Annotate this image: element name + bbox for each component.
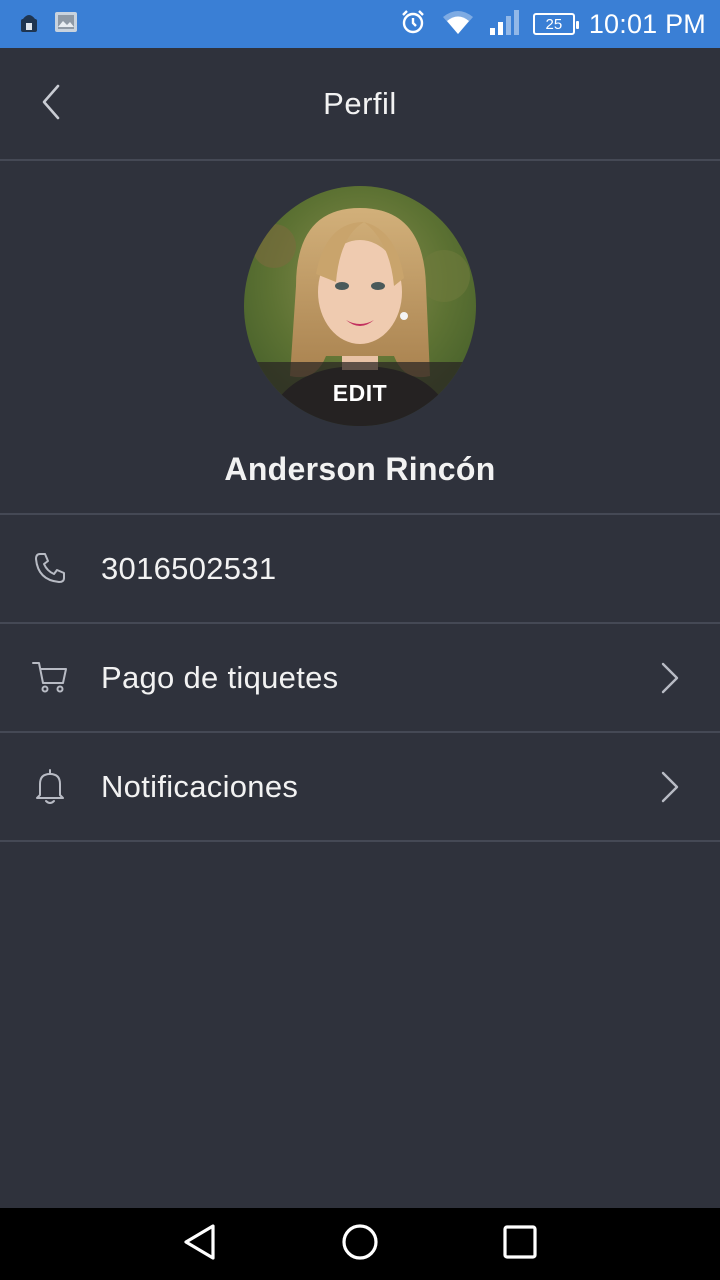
profile-section: EDIT Anderson Rincón: [0, 161, 720, 515]
image-notification-icon: [54, 10, 78, 39]
edit-photo-overlay[interactable]: EDIT: [244, 362, 476, 426]
signal-icon: [489, 8, 519, 41]
wifi-icon: [441, 8, 475, 41]
page-title: Perfil: [323, 85, 397, 121]
status-bar: 25 10:01 PM: [0, 0, 720, 48]
chevron-left-icon: [40, 82, 64, 127]
chevron-right-icon: [652, 658, 688, 698]
notificaciones-row[interactable]: Notificaciones: [0, 733, 720, 842]
phone-number: 3016502531: [101, 551, 277, 586]
status-left-icons: [18, 10, 78, 39]
back-triangle-icon: [182, 1223, 218, 1266]
cart-icon: [30, 657, 70, 697]
phone-icon: [30, 548, 70, 588]
edit-label: EDIT: [332, 380, 388, 406]
status-time: 10:01 PM: [588, 8, 706, 39]
android-debug-icon: [18, 10, 40, 39]
home-circle-icon: [341, 1223, 379, 1266]
recents-square-icon: [502, 1224, 538, 1265]
phone-row: 3016502531: [0, 515, 720, 624]
avatar[interactable]: EDIT: [244, 186, 476, 426]
chevron-right-icon: [652, 767, 688, 807]
nav-recents-button[interactable]: [496, 1222, 544, 1266]
back-button[interactable]: [28, 80, 76, 128]
battery-icon: 25: [532, 13, 579, 35]
bell-icon: [30, 766, 70, 806]
app-header: Perfil: [0, 48, 720, 161]
status-right-icons: 25 10:01 PM: [399, 8, 706, 41]
nav-back-button[interactable]: [176, 1222, 224, 1266]
notificaciones-label: Notificaciones: [101, 769, 299, 804]
pago-tiquetes-row[interactable]: Pago de tiquetes: [0, 624, 720, 733]
pago-tiquetes-label: Pago de tiquetes: [101, 660, 339, 695]
user-name: Anderson Rincón: [224, 451, 496, 487]
nav-home-button[interactable]: [336, 1222, 384, 1266]
system-nav-bar: [0, 1208, 720, 1280]
alarm-icon: [399, 8, 427, 41]
